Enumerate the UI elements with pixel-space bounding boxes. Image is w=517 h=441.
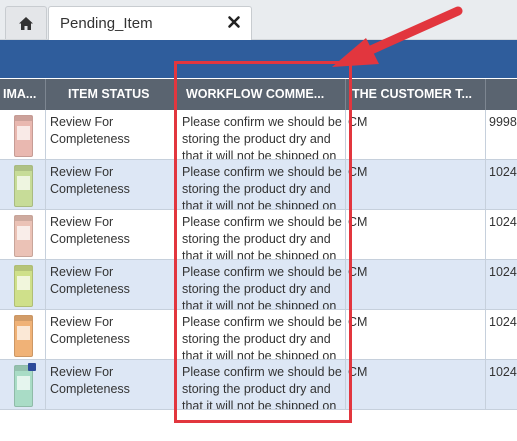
product-thumbnail[interactable] bbox=[14, 265, 33, 307]
image-cell[interactable] bbox=[0, 360, 46, 409]
home-tab[interactable] bbox=[5, 6, 47, 39]
customer-cell[interactable]: CM bbox=[346, 360, 486, 409]
image-cell[interactable] bbox=[0, 110, 46, 159]
column-header-customer[interactable]: THE CUSTOMER T... bbox=[346, 79, 486, 110]
id-cell[interactable]: 1024 bbox=[486, 260, 517, 309]
column-header-item-status[interactable]: ITEM STATUS bbox=[46, 79, 176, 110]
column-header-extra[interactable] bbox=[486, 79, 517, 110]
customer-cell[interactable]: CM bbox=[346, 110, 486, 159]
id-cell[interactable]: 1024 bbox=[486, 310, 517, 359]
column-header-image[interactable]: IMA... bbox=[0, 79, 46, 110]
customer-cell[interactable]: CM bbox=[346, 310, 486, 359]
item-status-cell[interactable]: Review For Completeness bbox=[46, 310, 176, 359]
badge-icon bbox=[28, 363, 36, 371]
product-thumbnail[interactable] bbox=[14, 215, 33, 257]
id-cell[interactable]: 9998 bbox=[486, 110, 517, 159]
id-cell[interactable]: 1024 bbox=[486, 210, 517, 259]
close-icon[interactable] bbox=[227, 15, 241, 29]
customer-cell[interactable]: CM bbox=[346, 210, 486, 259]
product-thumbnail[interactable] bbox=[14, 165, 33, 207]
product-thumbnail[interactable] bbox=[14, 315, 33, 357]
item-status-cell[interactable]: Review For Completeness bbox=[46, 110, 176, 159]
product-thumbnail[interactable] bbox=[14, 115, 33, 157]
annotation-highlight-box bbox=[174, 61, 352, 423]
image-cell[interactable] bbox=[0, 210, 46, 259]
item-status-cell[interactable]: Review For Completeness bbox=[46, 160, 176, 209]
id-cell[interactable]: 1024 bbox=[486, 360, 517, 409]
customer-cell[interactable]: CM bbox=[346, 260, 486, 309]
tab-label: Pending_Item bbox=[60, 15, 153, 32]
image-cell[interactable] bbox=[0, 310, 46, 359]
image-cell[interactable] bbox=[0, 160, 46, 209]
item-status-cell[interactable]: Review For Completeness bbox=[46, 360, 176, 409]
image-cell[interactable] bbox=[0, 260, 46, 309]
item-status-cell[interactable]: Review For Completeness bbox=[46, 260, 176, 309]
id-cell[interactable]: 1024 bbox=[486, 160, 517, 209]
tab-strip: Pending_Item bbox=[0, 0, 517, 40]
customer-cell[interactable]: CM bbox=[346, 160, 486, 209]
item-status-cell[interactable]: Review For Completeness bbox=[46, 210, 176, 259]
home-icon bbox=[19, 16, 33, 30]
tab-pending-item[interactable]: Pending_Item bbox=[48, 6, 252, 40]
product-thumbnail[interactable] bbox=[14, 363, 36, 407]
